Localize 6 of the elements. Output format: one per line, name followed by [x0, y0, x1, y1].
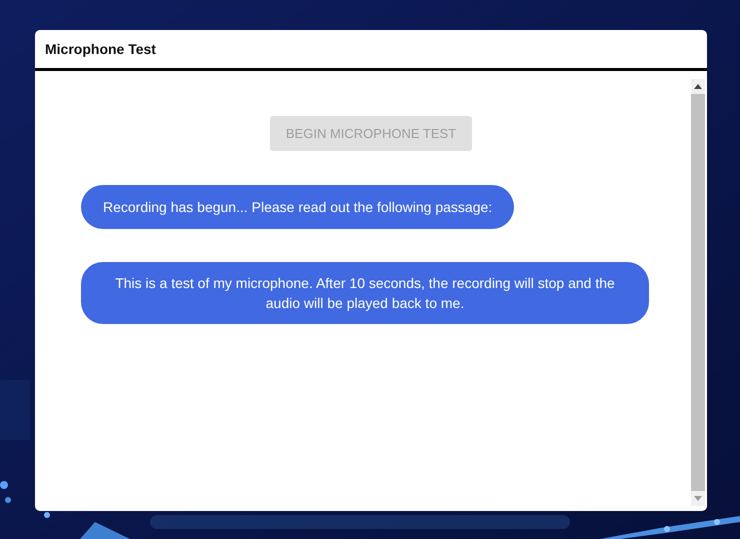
- scroll-down-icon[interactable]: [694, 496, 702, 501]
- scroll-up-icon[interactable]: [694, 84, 702, 89]
- scrollbar[interactable]: [691, 79, 705, 506]
- message-bubble: Recording has begun... Please read out the following passage:: [81, 185, 514, 229]
- message-bubble: This is a test of my microphone. After 10 seconds, the recording will stop and the audio will be played back to me.: [81, 262, 649, 324]
- window-title: Microphone Test: [45, 41, 156, 57]
